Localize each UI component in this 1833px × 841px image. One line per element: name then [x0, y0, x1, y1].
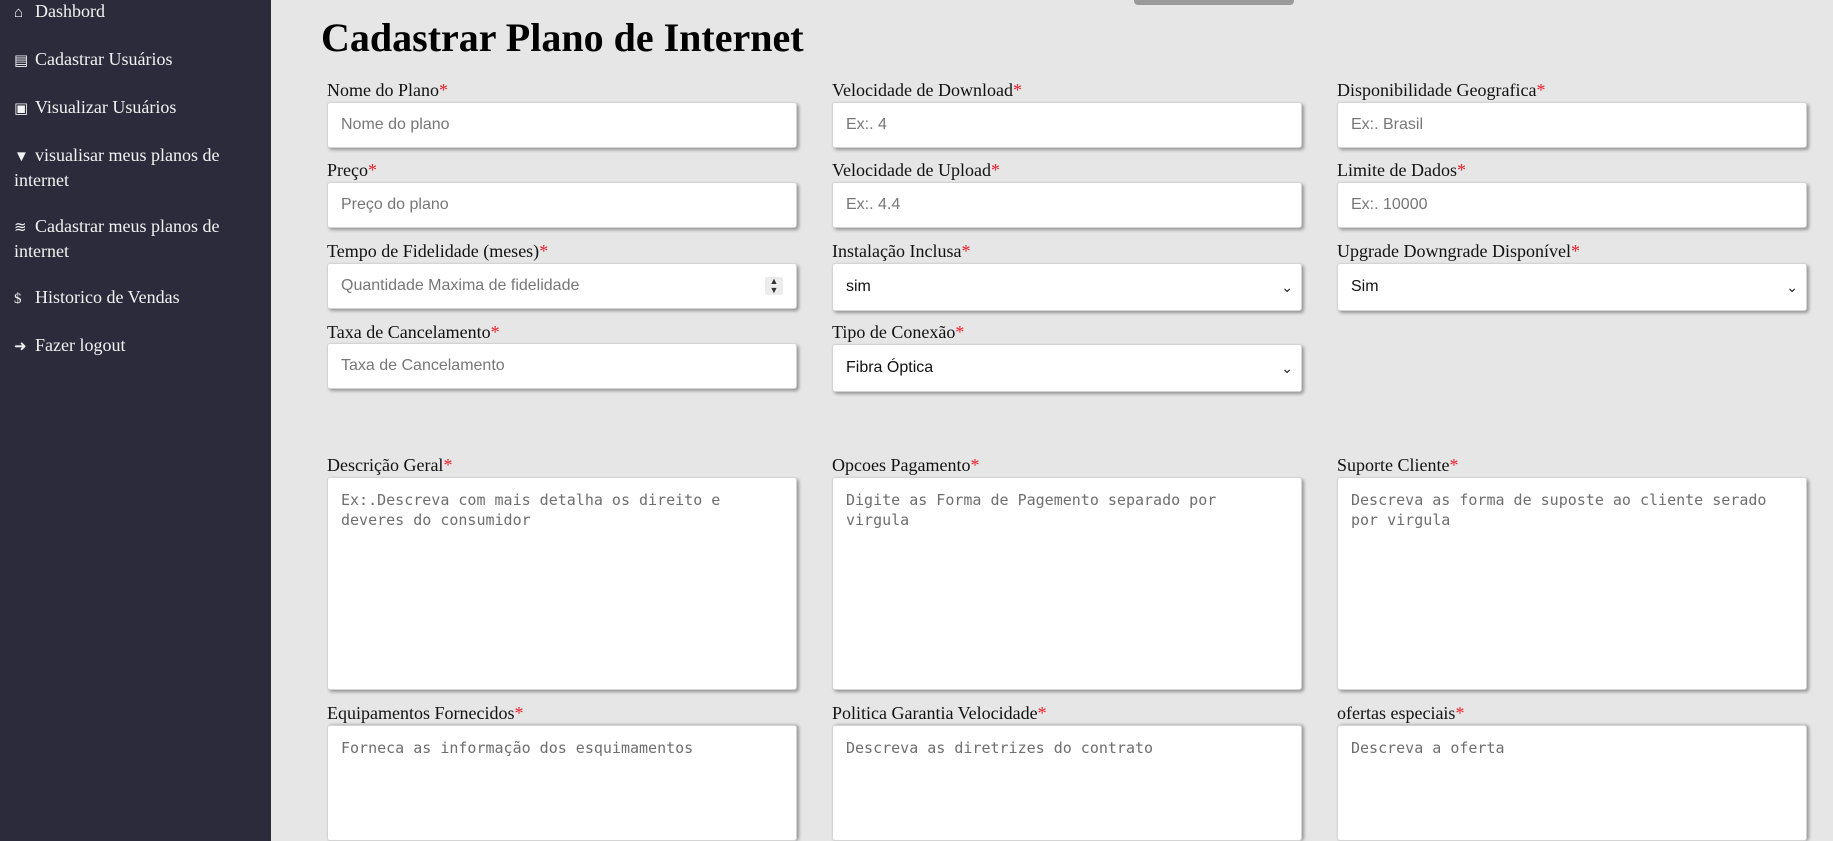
equipamentos-textarea[interactable]: Forneca as informação dos esquimamentos	[327, 725, 797, 841]
instalacao-label: Instalação Inclusa*	[832, 241, 971, 261]
tempo-fidelidade-label: Tempo de Fidelidade (meses)*	[327, 241, 549, 261]
velocidade-upload-input[interactable]: Ex:. 4.4	[832, 182, 1302, 228]
logout-icon: ➜	[14, 339, 27, 355]
limite-dados-label: Limite de Dados*	[1337, 160, 1466, 180]
sidebar-item-dashboard[interactable]: ⌂ Dashbord	[14, 0, 254, 25]
ofertas-label: ofertas especiais*	[1337, 703, 1465, 723]
suporte-label: Suporte Cliente*	[1337, 455, 1459, 475]
tempo-fidelidade-placeholder: Quantidade Maxima de fidelidade	[341, 277, 580, 294]
chevron-down-icon: ⌄	[1786, 279, 1798, 295]
sidebar-item-label: Cadastrar Usuários	[35, 49, 173, 69]
preco-label: Preço*	[327, 160, 377, 180]
pagamento-textarea[interactable]: Digite as Forma de Pagemento separado po…	[832, 477, 1302, 690]
taxa-cancelamento-label: Taxa de Cancelamento*	[327, 322, 500, 342]
tempo-fidelidade-input[interactable]: Quantidade Maxima de fidelidade ▲ ▼	[327, 263, 797, 309]
sidebar-item-visualizar-planos[interactable]: ▼ visualisar meus planos de internet	[14, 144, 254, 192]
equipamentos-label: Equipamentos Fornecidos*	[327, 703, 524, 723]
politica-textarea[interactable]: Descreva as diretrizes do contrato	[832, 725, 1302, 841]
disponibilidade-input[interactable]: Ex:. Brasil	[1337, 102, 1807, 148]
dollar-circle-icon: $	[14, 291, 22, 307]
sidebar-item-historico-vendas[interactable]: $ Historico de Vendas	[14, 286, 254, 311]
nome-plano-input[interactable]: Nome do plano	[327, 102, 797, 148]
sidebar: ⌂ Dashbord ▤ Cadastrar Usuários ▣ Visualiza…	[0, 0, 271, 841]
instalacao-value: sim	[846, 278, 871, 295]
limite-dados-input[interactable]: Ex:. 10000	[1337, 182, 1807, 228]
upgrade-label: Upgrade Downgrade Disponível*	[1337, 241, 1580, 261]
chevron-down-icon: ⌄	[1281, 360, 1293, 376]
sidebar-item-cadastrar-usuarios[interactable]: ▤ Cadastrar Usuários	[14, 48, 254, 73]
nome-plano-label: Nome do Plano*	[327, 80, 448, 100]
taxa-cancelamento-input[interactable]: Taxa de Cancelamento	[327, 343, 797, 389]
preco-input[interactable]: Preço do plano	[327, 182, 797, 228]
sidebar-item-label: Visualizar Usuários	[35, 97, 177, 117]
sidebar-item-label: Cadastrar meus planos de internet	[14, 216, 220, 261]
descricao-textarea[interactable]: Ex:.Descreva com mais detalha os direito…	[327, 477, 797, 690]
suporte-textarea[interactable]: Descreva as forma de suposte ao cliente …	[1337, 477, 1807, 690]
wifi-icon: ▼	[14, 149, 29, 165]
tipo-conexao-select[interactable]: Fibra Óptica ⌄	[832, 344, 1302, 392]
politica-label: Politica Garantia Velocidade*	[832, 703, 1047, 723]
page-title: Cadastrar Plano de Internet	[321, 15, 804, 60]
velocidade-download-label: Velocidade de Download*	[832, 80, 1022, 100]
disponibilidade-label: Disponibilidade Geografica*	[1337, 80, 1546, 100]
descricao-label: Descrição Geral*	[327, 455, 453, 475]
sidebar-item-label: visualisar meus planos de internet	[14, 145, 220, 190]
sidebar-item-cadastrar-planos[interactable]: ≋ Cadastrar meus planos de internet	[14, 215, 254, 263]
pagamento-label: Opcoes Pagamento*	[832, 455, 980, 475]
number-spinner-icon[interactable]: ▲ ▼	[765, 277, 783, 295]
chevron-down-icon: ⌄	[1281, 279, 1293, 295]
wifi-icon: ≋	[14, 220, 27, 236]
sidebar-item-label: Historico de Vendas	[35, 287, 180, 307]
home-icon: ⌂	[14, 5, 24, 21]
main-content: Cadastrar Plano de Internet Nome do Plan…	[271, 0, 1833, 841]
address-card-icon: ▣	[14, 101, 29, 117]
scrollbar-thumb[interactable]	[1134, 0, 1294, 5]
sidebar-item-label: Fazer logout	[35, 335, 126, 355]
sidebar-item-label: Dashbord	[35, 1, 105, 21]
tipo-conexao-value: Fibra Óptica	[846, 359, 934, 376]
upgrade-value: Sim	[1351, 278, 1379, 295]
id-card-icon: ▤	[14, 53, 29, 69]
upgrade-select[interactable]: Sim ⌄	[1337, 263, 1807, 311]
ofertas-textarea[interactable]: Descreva a oferta	[1337, 725, 1807, 841]
sidebar-item-visualizar-usuarios[interactable]: ▣ Visualizar Usuários	[14, 96, 254, 121]
tipo-conexao-label: Tipo de Conexão*	[832, 322, 965, 342]
instalacao-select[interactable]: sim ⌄	[832, 263, 1302, 311]
velocidade-upload-label: Velocidade de Upload*	[832, 160, 1000, 180]
sidebar-item-logout[interactable]: ➜ Fazer logout	[14, 334, 254, 359]
velocidade-download-input[interactable]: Ex:. 4	[832, 102, 1302, 148]
